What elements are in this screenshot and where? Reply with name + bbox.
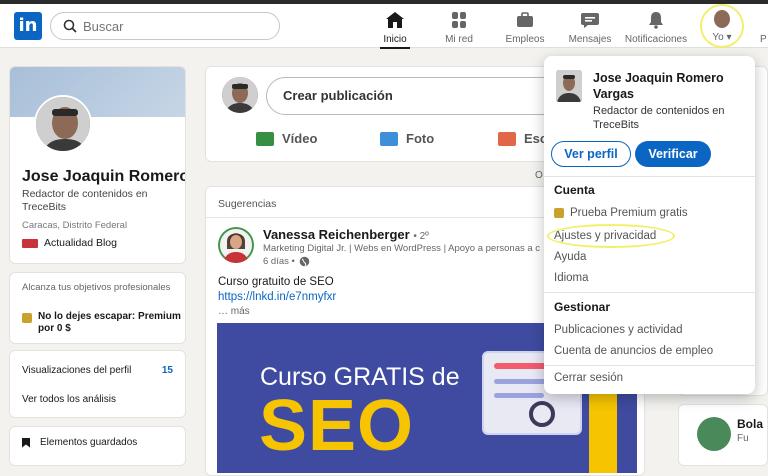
linkedin-logo[interactable]: in — [14, 12, 42, 40]
saved-items-label: Elementos guardados — [40, 437, 138, 448]
post-author-name[interactable]: Vanessa Reichenberger • 2º — [263, 227, 429, 242]
posts-activity-link[interactable]: Publicaciones y actividad — [554, 324, 683, 336]
verify-button[interactable]: Verificar — [635, 141, 711, 167]
profile-location: Caracas, Distrito Federal — [22, 220, 128, 231]
post-author-headline: Marketing Digital Jr. | Webs en WordPres… — [263, 243, 541, 254]
analytics-link[interactable]: Ver todos los análisis — [22, 394, 116, 405]
nav-home[interactable]: Inicio — [380, 8, 410, 49]
person-photo — [556, 70, 582, 102]
profile-headline: Redactor de contenidos en TreceBits — [22, 188, 148, 213]
suggestion-name[interactable]: Bola — [737, 417, 763, 431]
connection-degree: • 2º — [413, 231, 429, 242]
nav-network[interactable]: Mi red — [442, 8, 476, 48]
language-link[interactable]: Idioma — [554, 272, 589, 284]
nav-notifications[interactable]: Notificaciones — [624, 8, 688, 48]
premium-card[interactable]: Alcanza tus objetivos profesionales No l… — [9, 272, 186, 344]
premium-trial-label: Prueba Premium gratis — [570, 207, 688, 219]
photo-button[interactable]: Foto — [380, 131, 434, 146]
right-suggestion-card: Bola Fu — [678, 404, 768, 466]
nav-cut-label: P — [760, 34, 767, 45]
see-more-link[interactable]: … más — [218, 306, 250, 317]
account-section-title: Cuenta — [554, 183, 595, 197]
video-label: Vídeo — [282, 131, 318, 146]
search-box[interactable] — [50, 12, 280, 40]
nav-network-label: Mi red — [445, 34, 473, 45]
view-profile-button[interactable]: Ver perfil — [551, 141, 631, 167]
magnifier-icon — [529, 401, 555, 427]
post-timestamp: 6 días • — [263, 256, 310, 267]
premium-cta[interactable]: No lo dejes escapar: Premium por 0 $ — [22, 311, 185, 335]
nav-home-label: Inicio — [383, 34, 407, 45]
profile-blog-label: Actualidad Blog — [44, 237, 117, 249]
suggestion-sub: Fu — [737, 433, 749, 444]
highlight-circle-me — [700, 4, 744, 48]
illustration-bar — [494, 393, 544, 398]
post-image-seo: SEO — [259, 386, 415, 466]
stats-card: Visualizaciones del perfil 15 Ver todos … — [9, 350, 186, 418]
post-link[interactable]: https://lnkd.in/e7nmyfxr — [218, 291, 336, 303]
share-avatar[interactable] — [222, 77, 258, 113]
profile-views-label[interactable]: Visualizaciones del perfil — [22, 365, 131, 376]
video-button[interactable]: Vídeo — [256, 131, 317, 146]
blog-icon — [22, 238, 38, 248]
search-input[interactable] — [83, 17, 273, 35]
home-icon — [386, 12, 404, 28]
person-photo — [36, 97, 90, 151]
profile-name[interactable]: Jose Joaquin Romero... — [22, 168, 185, 186]
premium-cta-label: No lo dejes escapar: Premium por 0 $ — [38, 311, 181, 334]
video-icon — [256, 131, 274, 146]
person-photo — [218, 227, 254, 263]
dropdown-headline: Redactor de contenidos en TreceBits — [593, 105, 725, 131]
nav-messaging[interactable]: Mensajes — [568, 8, 612, 48]
saved-items-card[interactable]: Elementos guardados — [9, 426, 186, 466]
manage-section-title: Gestionar — [554, 300, 611, 314]
divider — [544, 176, 755, 177]
profile-views-count[interactable]: 15 — [162, 365, 173, 376]
saved-items[interactable]: Elementos guardados — [22, 437, 137, 448]
divider — [544, 292, 755, 293]
photo-icon — [380, 131, 398, 146]
article-icon — [498, 131, 516, 146]
suggestion-avatar[interactable] — [697, 417, 731, 451]
photo-label: Foto — [406, 131, 435, 146]
person-photo — [222, 77, 258, 113]
network-icon — [452, 12, 466, 28]
job-ads-link[interactable]: Cuenta de anuncios de empleo — [554, 345, 713, 357]
profile-blog-link[interactable]: Actualidad Blog — [22, 237, 117, 249]
bell-icon — [649, 12, 663, 29]
dropdown-avatar[interactable] — [556, 70, 582, 102]
bookmark-icon — [22, 437, 30, 448]
nav-notifications-label: Notificaciones — [624, 34, 688, 45]
messaging-icon — [581, 13, 599, 28]
top-nav-bar: in Inicio Mi red Empleos — [0, 4, 768, 49]
premium-icon — [554, 208, 564, 218]
nav-jobs[interactable]: Empleos — [505, 8, 545, 48]
nav-jobs-label: Empleos — [505, 34, 545, 45]
suggestions-header: Sugerencias — [218, 198, 277, 210]
profile-card: Jose Joaquin Romero... Redactor de conte… — [9, 66, 186, 264]
premium-tagline: Alcanza tus objetivos profesionales — [22, 282, 171, 293]
logout-link[interactable]: Cerrar sesión — [554, 372, 623, 384]
sort-by-cut: O — [535, 170, 543, 181]
me-dropdown-menu: Jose Joaquin Romero Vargas Redactor de c… — [544, 56, 755, 394]
search-icon — [63, 19, 77, 33]
post-text: Curso gratuito de SEO — [218, 276, 334, 288]
globe-icon — [299, 256, 310, 267]
profile-avatar[interactable] — [34, 95, 92, 153]
post-author-avatar[interactable] — [218, 227, 254, 263]
post-time-label: 6 días • — [263, 256, 295, 267]
highlight-circle-settings — [547, 224, 675, 248]
divider — [544, 365, 755, 366]
premium-icon — [22, 313, 32, 323]
dropdown-name: Jose Joaquin Romero Vargas — [593, 71, 724, 101]
nav-messaging-label: Mensajes — [568, 34, 612, 45]
briefcase-icon — [517, 12, 533, 27]
premium-trial-link[interactable]: Prueba Premium gratis — [554, 207, 688, 219]
help-link[interactable]: Ayuda — [554, 251, 586, 263]
